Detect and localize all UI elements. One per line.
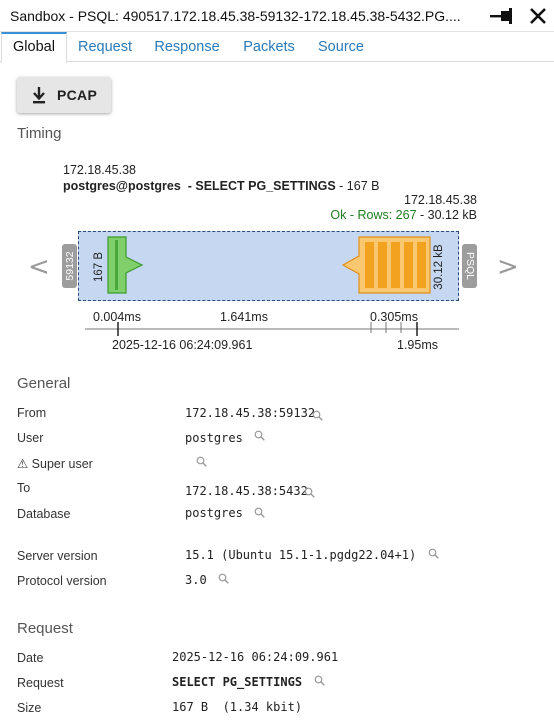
tab-bar: Global Request Response Packets Source <box>0 32 554 63</box>
response-status: Ok - Rows: 267 <box>330 208 417 222</box>
field-label: Protocol version <box>17 574 107 588</box>
previous-arrow-icon[interactable]: < <box>28 252 50 282</box>
total-duration: 1.95ms <box>397 338 438 352</box>
field-value: 15.1 (Ubuntu 15.1-1.pgdg22.04+1) <box>185 548 417 562</box>
request-summary: postgres@postgres - SELECT PG_SETTINGS -… <box>63 179 379 193</box>
pcap-button-label: PCAP <box>57 87 98 103</box>
request-size: - 167 B <box>339 179 380 193</box>
tab-global[interactable]: Global <box>1 32 67 63</box>
download-icon <box>33 87 45 104</box>
response-size: - 30.12 kB <box>420 208 477 222</box>
search-icon[interactable] <box>218 573 229 584</box>
client-port-tag: 59132 <box>62 244 77 288</box>
search-icon[interactable] <box>428 548 439 559</box>
search-icon[interactable] <box>314 675 325 686</box>
general-row-from: From 172.18.45.38:59132 <box>0 403 554 425</box>
search-icon[interactable] <box>196 456 207 467</box>
field-label: User <box>17 431 44 445</box>
pin-icon[interactable] <box>490 6 518 26</box>
request-bytes-label: 167 B <box>93 251 105 283</box>
general-section-title: General <box>17 375 71 392</box>
field-value: 167 B (1.34 kbit) <box>172 700 303 714</box>
start-time: 2025-12-16 06:24:09.961 <box>112 338 253 352</box>
tab-response[interactable]: Response <box>148 32 226 62</box>
field-label: Request <box>17 676 64 690</box>
response-duration: 0.305ms <box>370 310 418 324</box>
request-query: - SELECT PG_SETTINGS <box>187 179 336 193</box>
server-ip: 172.18.45.38 <box>404 193 477 207</box>
pcap-download-button[interactable]: PCAP <box>17 77 111 113</box>
field-label: Size <box>17 701 42 715</box>
general-row-to: To 172.18.45.38:5432 <box>0 478 554 500</box>
response-summary: Ok - Rows: 267 - 30.12 kB <box>330 208 477 222</box>
client-port: 59132 <box>63 251 76 281</box>
field-value: postgres <box>185 431 243 445</box>
field-value: 2025-12-16 06:24:09.961 <box>172 650 339 664</box>
protocol-label: PSQL <box>463 251 476 281</box>
tab-packets[interactable]: Packets <box>236 32 302 62</box>
field-label: From <box>17 406 47 420</box>
wait-duration: 1.641ms <box>220 310 268 324</box>
request-packet-shape <box>107 236 144 294</box>
request-row-date: Date 2025-12-16 06:24:09.961 <box>0 648 554 670</box>
field-label: To <box>17 481 31 495</box>
field-label: Date <box>17 651 44 665</box>
request-row-size: Size 167 B (1.34 kbit) <box>0 698 554 720</box>
general-row-database: Database postgres <box>0 504 554 526</box>
field-value: SELECT PG_SETTINGS <box>172 675 303 689</box>
title-bar: Sandbox - PSQL: 490517.172.18.45.38-5913… <box>0 0 554 32</box>
protocol-tag: PSQL <box>462 244 477 288</box>
search-icon[interactable] <box>254 430 265 441</box>
general-row-server-version: Server version 15.1 (Ubuntu 15.1-1.pgdg2… <box>0 546 554 568</box>
response-bytes-label: 30.12 kB <box>433 244 445 290</box>
flow-graphics <box>107 236 431 294</box>
field-label: Database <box>17 507 71 521</box>
general-row-user: User postgres <box>0 428 554 450</box>
timing-flow-diagram: 167 B 30.12 kB <box>78 231 459 301</box>
tab-request[interactable]: Request <box>71 32 139 62</box>
field-label: ⚠ Super user <box>17 457 93 471</box>
request-section-title: Request <box>17 620 73 637</box>
window-title: Sandbox - PSQL: 490517.172.18.45.38-5913… <box>10 8 461 24</box>
search-icon[interactable] <box>304 487 315 498</box>
field-value: postgres <box>185 506 243 520</box>
client-ip: 172.18.45.38 <box>63 163 136 177</box>
response-packet-shape <box>341 236 431 294</box>
field-value: 172.18.45.38:5432 <box>185 484 308 498</box>
search-icon[interactable] <box>254 507 265 518</box>
close-icon[interactable] <box>528 6 548 26</box>
request-duration: 0.004ms <box>93 310 141 324</box>
general-row-super-user: ⚠ Super user <box>0 453 554 475</box>
field-value: 3.0 <box>185 573 207 587</box>
tab-source[interactable]: Source <box>311 32 371 62</box>
general-row-protocol-version: Protocol version 3.0 <box>0 571 554 593</box>
request-user: postgres@postgres <box>63 179 181 193</box>
timing-section-title: Timing <box>17 125 62 142</box>
field-label: Server version <box>17 549 98 563</box>
search-icon[interactable] <box>312 410 323 421</box>
field-value: 172.18.45.38:59132 <box>185 406 316 420</box>
request-row-request: Request SELECT PG_SETTINGS <box>0 673 554 695</box>
next-arrow-icon[interactable]: > <box>497 252 519 282</box>
